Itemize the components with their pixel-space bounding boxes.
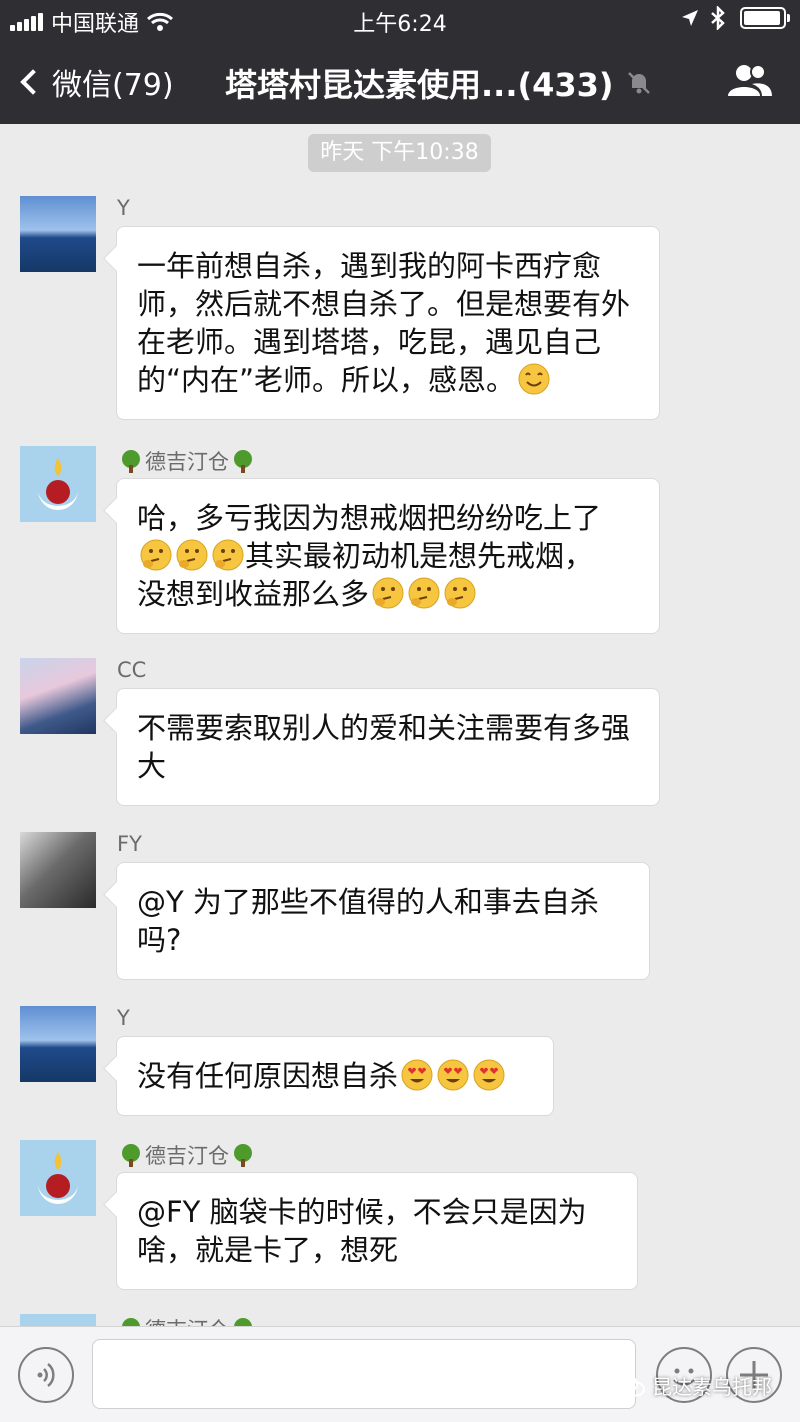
message-text-line2: 其实最初动机是想先戒烟，: [245, 539, 594, 573]
message-text: 没有任何原因想自杀: [137, 1059, 399, 1093]
avatar[interactable]: [20, 446, 96, 522]
bluetooth-icon: [711, 6, 725, 30]
message-bubble[interactable]: @Y 为了那些不值得的人和事去自杀吗?: [116, 862, 650, 980]
back-label: 微信(79): [52, 68, 174, 103]
voice-input-button[interactable]: [18, 1347, 74, 1403]
avatar[interactable]: [20, 832, 96, 908]
status-right: [680, 6, 790, 30]
sender-name: FY: [117, 832, 142, 856]
avatar[interactable]: [20, 658, 96, 734]
message-text-line3: 没想到收益那么多: [137, 577, 370, 611]
watermark: 昆达素乌托邦: [616, 1371, 772, 1400]
nav-bar: 微信(79) 塔塔村昆达素使用...(433): [0, 40, 800, 124]
message-text-line1: 哈，多亏我因为想戒烟把纷纷吃上了: [137, 501, 602, 535]
sender-name: 德吉汀仓: [117, 1314, 257, 1326]
sender-name: 德吉汀仓: [117, 446, 257, 476]
sender-name: CC: [117, 658, 147, 682]
tree-emoji-icon: [234, 450, 252, 473]
smiling-face-icon: [518, 363, 550, 395]
sender-name: Y: [117, 1006, 130, 1030]
status-bar: 中国联通 上午6:24: [0, 0, 800, 40]
avatar[interactable]: [20, 1314, 96, 1326]
message-text: @FY 脑袋卡的时候，不会只是因为啥，就是卡了，想死: [137, 1195, 587, 1267]
message-bubble[interactable]: 不需要索取别人的爱和关注需要有多强大: [116, 688, 660, 806]
watermark-text: 昆达素乌托邦: [652, 1375, 772, 1399]
voice-wave-icon: [37, 1363, 55, 1387]
thinking-face-icon: [372, 577, 404, 609]
heart-eyes-face-icon: [437, 1059, 469, 1091]
chat-title-text: 塔塔村昆达素使用...(433): [225, 66, 614, 104]
message-input[interactable]: [92, 1339, 636, 1409]
group-members-icon[interactable]: [726, 62, 774, 98]
input-bar: 昆达素乌托邦: [0, 1326, 800, 1422]
tree-emoji-icon: [122, 1144, 140, 1167]
chevron-left-icon: [20, 69, 46, 95]
chat-area[interactable]: 昨天 下午10:38 Y 一年前想自杀，遇到我的阿卡西疗愈师，然后就不想自杀了。…: [0, 124, 800, 1326]
thinking-face-icon: [408, 577, 440, 609]
heart-eyes-face-icon: [473, 1059, 505, 1091]
tree-emoji-icon: [234, 1144, 252, 1167]
message-text: 一年前想自杀，遇到我的阿卡西疗愈师，然后就不想自杀了。但是想要有外在老师。遇到塔…: [137, 249, 631, 397]
avatar[interactable]: [20, 196, 96, 272]
message-bubble[interactable]: 没有任何原因想自杀: [116, 1036, 554, 1116]
thinking-face-icon: [212, 539, 244, 571]
message-text: 不需要索取别人的爱和关注需要有多强大: [137, 711, 631, 783]
wechat-logo-icon: [616, 1374, 645, 1396]
tree-emoji-icon: [234, 1318, 252, 1326]
thinking-face-icon: [176, 539, 208, 571]
message-bubble[interactable]: @FY 脑袋卡的时候，不会只是因为啥，就是卡了，想死: [116, 1172, 638, 1290]
message-bubble[interactable]: 一年前想自杀，遇到我的阿卡西疗愈师，然后就不想自杀了。但是想要有外在老师。遇到塔…: [116, 226, 660, 420]
chat-title: 塔塔村昆达素使用...(433): [225, 60, 652, 106]
mute-bell-icon: [627, 72, 650, 94]
sender-name: Y: [117, 196, 130, 220]
heart-eyes-face-icon: [401, 1059, 433, 1091]
avatar[interactable]: [20, 1140, 96, 1216]
tree-emoji-icon: [122, 450, 140, 473]
thinking-face-icon: [444, 577, 476, 609]
battery-icon: [740, 7, 790, 29]
thinking-face-icon: [140, 539, 172, 571]
timestamp-pill: 昨天 下午10:38: [308, 134, 491, 172]
location-arrow-icon: [682, 10, 698, 26]
message-bubble[interactable]: 哈，多亏我因为想戒烟把纷纷吃上了 其实最初动机是想先戒烟， 没想到收益那么多: [116, 478, 660, 634]
back-button[interactable]: 微信(79): [18, 60, 174, 104]
tree-emoji-icon: [122, 1318, 140, 1326]
avatar[interactable]: [20, 1006, 96, 1082]
message-text: @Y 为了那些不值得的人和事去自杀吗?: [137, 885, 599, 957]
sender-name: 德吉汀仓: [117, 1140, 257, 1170]
